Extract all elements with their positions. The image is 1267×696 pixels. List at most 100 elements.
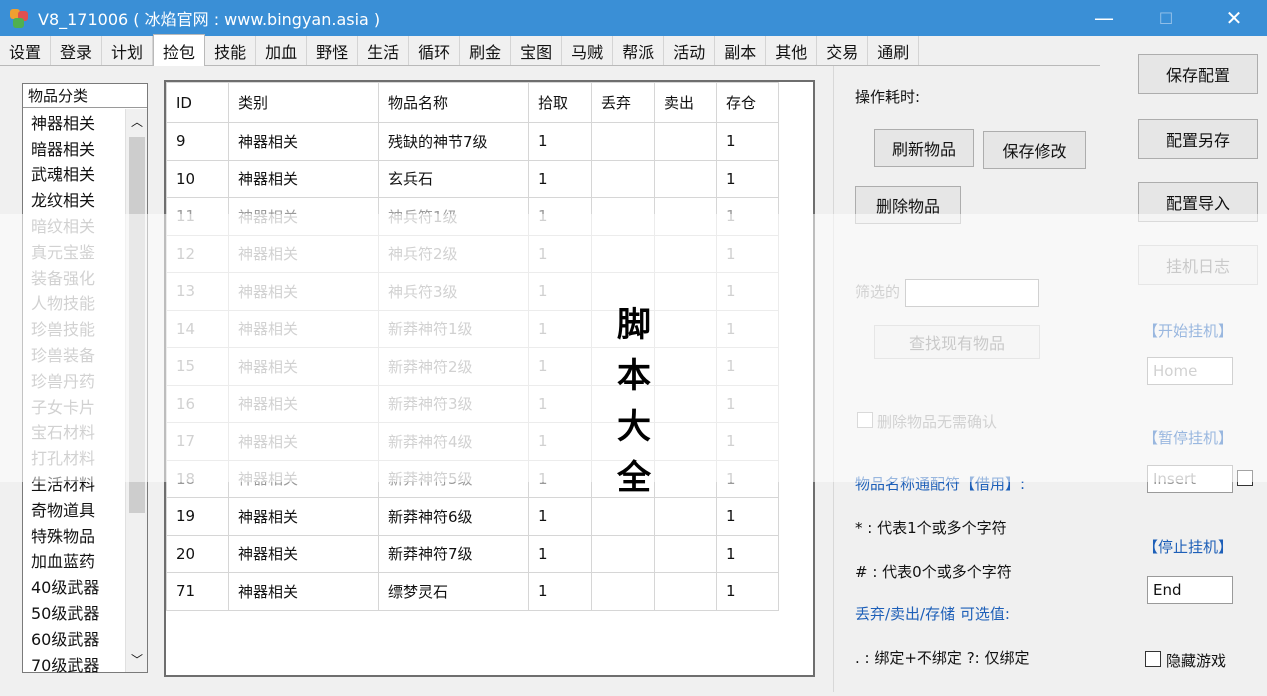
tab-item[interactable]: 交易 (817, 36, 869, 65)
save-config-button[interactable]: 保存配置 (1138, 54, 1258, 94)
table-row[interactable]: 12 神器相关 神兵符2级 1 1 (166, 234, 779, 273)
category-item[interactable]: 特殊物品 (23, 522, 123, 548)
tab-item[interactable]: 其他 (766, 36, 818, 65)
scroll-down-icon[interactable]: ﹀ (126, 651, 148, 668)
cell-store[interactable]: 1 (716, 347, 779, 386)
cell-id[interactable]: 13 (166, 272, 229, 311)
tab-item[interactable]: 活动 (664, 36, 716, 65)
cell-pick[interactable]: 1 (528, 347, 592, 386)
save-edit-button[interactable]: 保存修改 (983, 131, 1086, 169)
cell-store[interactable]: 1 (716, 197, 779, 236)
category-item[interactable]: 打孔材料 (23, 444, 123, 470)
tab-item[interactable]: 循环 (409, 36, 461, 65)
tab-item[interactable]: 计划 (102, 36, 154, 65)
cell-sell[interactable] (654, 497, 717, 536)
cell-name[interactable]: 新莽神符6级 (378, 497, 529, 536)
cell-id[interactable]: 11 (166, 197, 229, 236)
pause-hotkey-field[interactable]: Insert (1147, 465, 1233, 493)
cell-type[interactable]: 神器相关 (228, 309, 379, 348)
tab-item[interactable]: 生活 (358, 36, 410, 65)
close-button[interactable]: ✕ (1211, 0, 1257, 36)
col-header-drop[interactable]: 丢弃 (591, 82, 655, 123)
tab-item[interactable]: 捡包 (153, 34, 206, 66)
cell-sell[interactable] (654, 459, 717, 498)
cell-type[interactable]: 神器相关 (228, 159, 379, 198)
cell-sell[interactable] (654, 384, 717, 423)
tab-item[interactable]: 刷金 (460, 36, 512, 65)
table-row[interactable]: 10 神器相关 玄兵石 1 1 (166, 159, 779, 198)
tab-item[interactable]: 野怪 (307, 36, 359, 65)
cell-pick[interactable]: 1 (528, 234, 592, 273)
cell-store[interactable]: 1 (716, 272, 779, 311)
tab-item[interactable]: 副本 (715, 36, 767, 65)
cell-sell[interactable] (654, 572, 717, 611)
cell-pick[interactable]: 1 (528, 159, 592, 198)
category-item[interactable]: 奇物道具 (23, 496, 123, 522)
tab-item[interactable]: 马贼 (562, 36, 614, 65)
cell-type[interactable]: 神器相关 (228, 234, 379, 273)
find-existing-button[interactable]: 查找现有物品 (874, 325, 1040, 359)
cell-name[interactable]: 神兵符2级 (378, 234, 529, 273)
cell-sell[interactable] (654, 347, 717, 386)
col-header-store[interactable]: 存仓 (716, 82, 779, 123)
cell-name[interactable]: 玄兵石 (378, 159, 529, 198)
cell-id[interactable]: 14 (166, 309, 229, 348)
cell-sell[interactable] (654, 272, 717, 311)
col-header-sell[interactable]: 卖出 (654, 82, 717, 123)
cell-store[interactable]: 1 (716, 497, 779, 536)
cell-sell[interactable] (654, 159, 717, 198)
category-item[interactable]: 40级武器 (23, 573, 123, 599)
tab-item[interactable]: 通刷 (868, 36, 920, 65)
cell-store[interactable]: 1 (716, 122, 779, 161)
cell-pick[interactable]: 1 (528, 309, 592, 348)
tab-item[interactable]: 宝图 (511, 36, 563, 65)
cell-id[interactable]: 18 (166, 459, 229, 498)
minimize-button[interactable]: — (1081, 0, 1127, 36)
category-item[interactable]: 生活材料 (23, 470, 123, 496)
cell-store[interactable]: 1 (716, 534, 779, 573)
cell-name[interactable]: 神兵符1级 (378, 197, 529, 236)
category-item[interactable]: 70级武器 (23, 651, 123, 677)
table-row[interactable]: 18 神器相关 新莽神符5级 1 1 (166, 459, 779, 498)
cell-id[interactable]: 15 (166, 347, 229, 386)
tab-item[interactable]: 技能 (205, 36, 257, 65)
cell-id[interactable]: 20 (166, 534, 229, 573)
cell-pick[interactable]: 1 (528, 497, 592, 536)
cell-pick[interactable]: 1 (528, 422, 592, 461)
category-item[interactable]: 60级武器 (23, 625, 123, 651)
start-hotkey-field[interactable]: Home (1147, 357, 1233, 385)
cell-store[interactable]: 1 (716, 159, 779, 198)
category-item[interactable]: 50级武器 (23, 599, 123, 625)
maximize-button[interactable]: ☐ (1143, 0, 1189, 36)
table-row[interactable]: 16 神器相关 新莽神符3级 1 1 (166, 384, 779, 423)
table-row[interactable]: 17 神器相关 新莽神符4级 1 1 (166, 422, 779, 461)
cell-drop[interactable] (591, 197, 655, 236)
table-row[interactable]: 19 神器相关 新莽神符6级 1 1 (166, 497, 779, 536)
category-item[interactable]: 暗纹相关 (23, 212, 123, 238)
category-item[interactable]: 子女卡片 (23, 393, 123, 419)
cell-name[interactable]: 残缺的神节7级 (378, 122, 529, 161)
cell-store[interactable]: 1 (716, 459, 779, 498)
cell-name[interactable]: 新莽神符5级 (378, 459, 529, 498)
col-header-id[interactable]: ID (166, 82, 229, 123)
cell-type[interactable]: 神器相关 (228, 197, 379, 236)
cell-type[interactable]: 神器相关 (228, 347, 379, 386)
cell-sell[interactable] (654, 197, 717, 236)
table-row[interactable]: 11 神器相关 神兵符1级 1 1 (166, 197, 779, 236)
cell-name[interactable]: 新莽神符3级 (378, 384, 529, 423)
category-scrollbar[interactable]: ︿ ﹀ (125, 109, 147, 672)
cell-type[interactable]: 神器相关 (228, 497, 379, 536)
category-item[interactable]: 武魂相关 (23, 161, 123, 187)
cell-drop[interactable] (591, 534, 655, 573)
cell-store[interactable]: 1 (716, 234, 779, 273)
cell-name[interactable]: 新莽神符7级 (378, 534, 529, 573)
category-item[interactable]: 人物技能 (23, 290, 123, 316)
table-row[interactable]: 9 神器相关 残缺的神节7级 1 1 (166, 122, 779, 161)
cell-store[interactable]: 1 (716, 384, 779, 423)
scroll-up-icon[interactable]: ︿ (126, 113, 148, 130)
delete-no-confirm-checkbox[interactable] (857, 412, 873, 428)
col-header-type[interactable]: 类别 (228, 82, 379, 123)
cell-type[interactable]: 神器相关 (228, 384, 379, 423)
cell-type[interactable]: 神器相关 (228, 422, 379, 461)
category-item[interactable]: 装备强化 (23, 264, 123, 290)
